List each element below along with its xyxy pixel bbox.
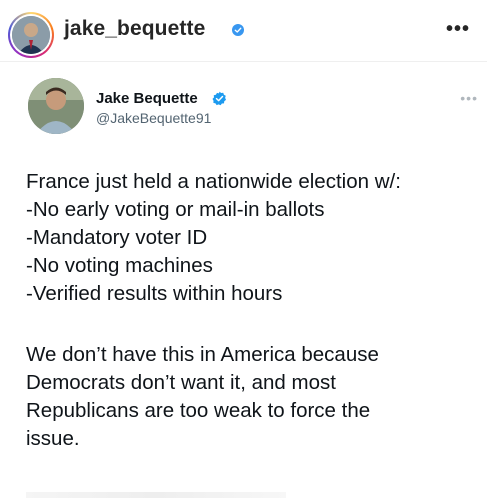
profile-avatar-story-ring[interactable]: [8, 12, 54, 58]
tweet-options-icon: •••: [460, 90, 478, 106]
verified-badge-icon: [232, 24, 244, 36]
tweet-line: We don’t have this in America because: [26, 343, 379, 366]
tweet-line: issue.: [26, 427, 80, 450]
tweet-verified-badge-icon: [212, 91, 226, 106]
tweet-line: Democrats don’t want it, and most: [26, 371, 336, 394]
avatar-inner-border: [10, 14, 52, 56]
tweet-author-name: Jake Bequette: [96, 90, 198, 107]
cropped-footer-fade: [26, 492, 286, 498]
post-options-button[interactable]: •••: [446, 18, 470, 41]
tweet-author-photo-icon: [28, 78, 84, 134]
tweet-line: France just held a nationwide election w…: [26, 170, 401, 193]
tweet-body-list: France just held a nationwide election w…: [26, 168, 481, 308]
tweet-body-paragraph: We don’t have this in America because De…: [26, 341, 481, 453]
tweet-line: -Verified results within hours: [26, 282, 283, 305]
tweet-screenshot-card: Jake Bequette @JakeBequette91 ••• France…: [0, 62, 487, 500]
tweet-line: -Mandatory voter ID: [26, 226, 208, 249]
instagram-username[interactable]: jake_bequette: [64, 17, 205, 41]
profile-avatar[interactable]: [12, 16, 50, 54]
tweet-author-avatar: [28, 78, 84, 134]
tweet-line: Republicans are too weak to force the: [26, 399, 371, 422]
tweet-line: -No voting machines: [26, 254, 213, 277]
profile-photo-icon: [12, 16, 50, 54]
tweet-author-handle: @JakeBequette91: [96, 110, 212, 126]
tweet-line: -No early voting or mail-in ballots: [26, 198, 325, 221]
instagram-post-header: jake_bequette •••: [0, 0, 487, 62]
